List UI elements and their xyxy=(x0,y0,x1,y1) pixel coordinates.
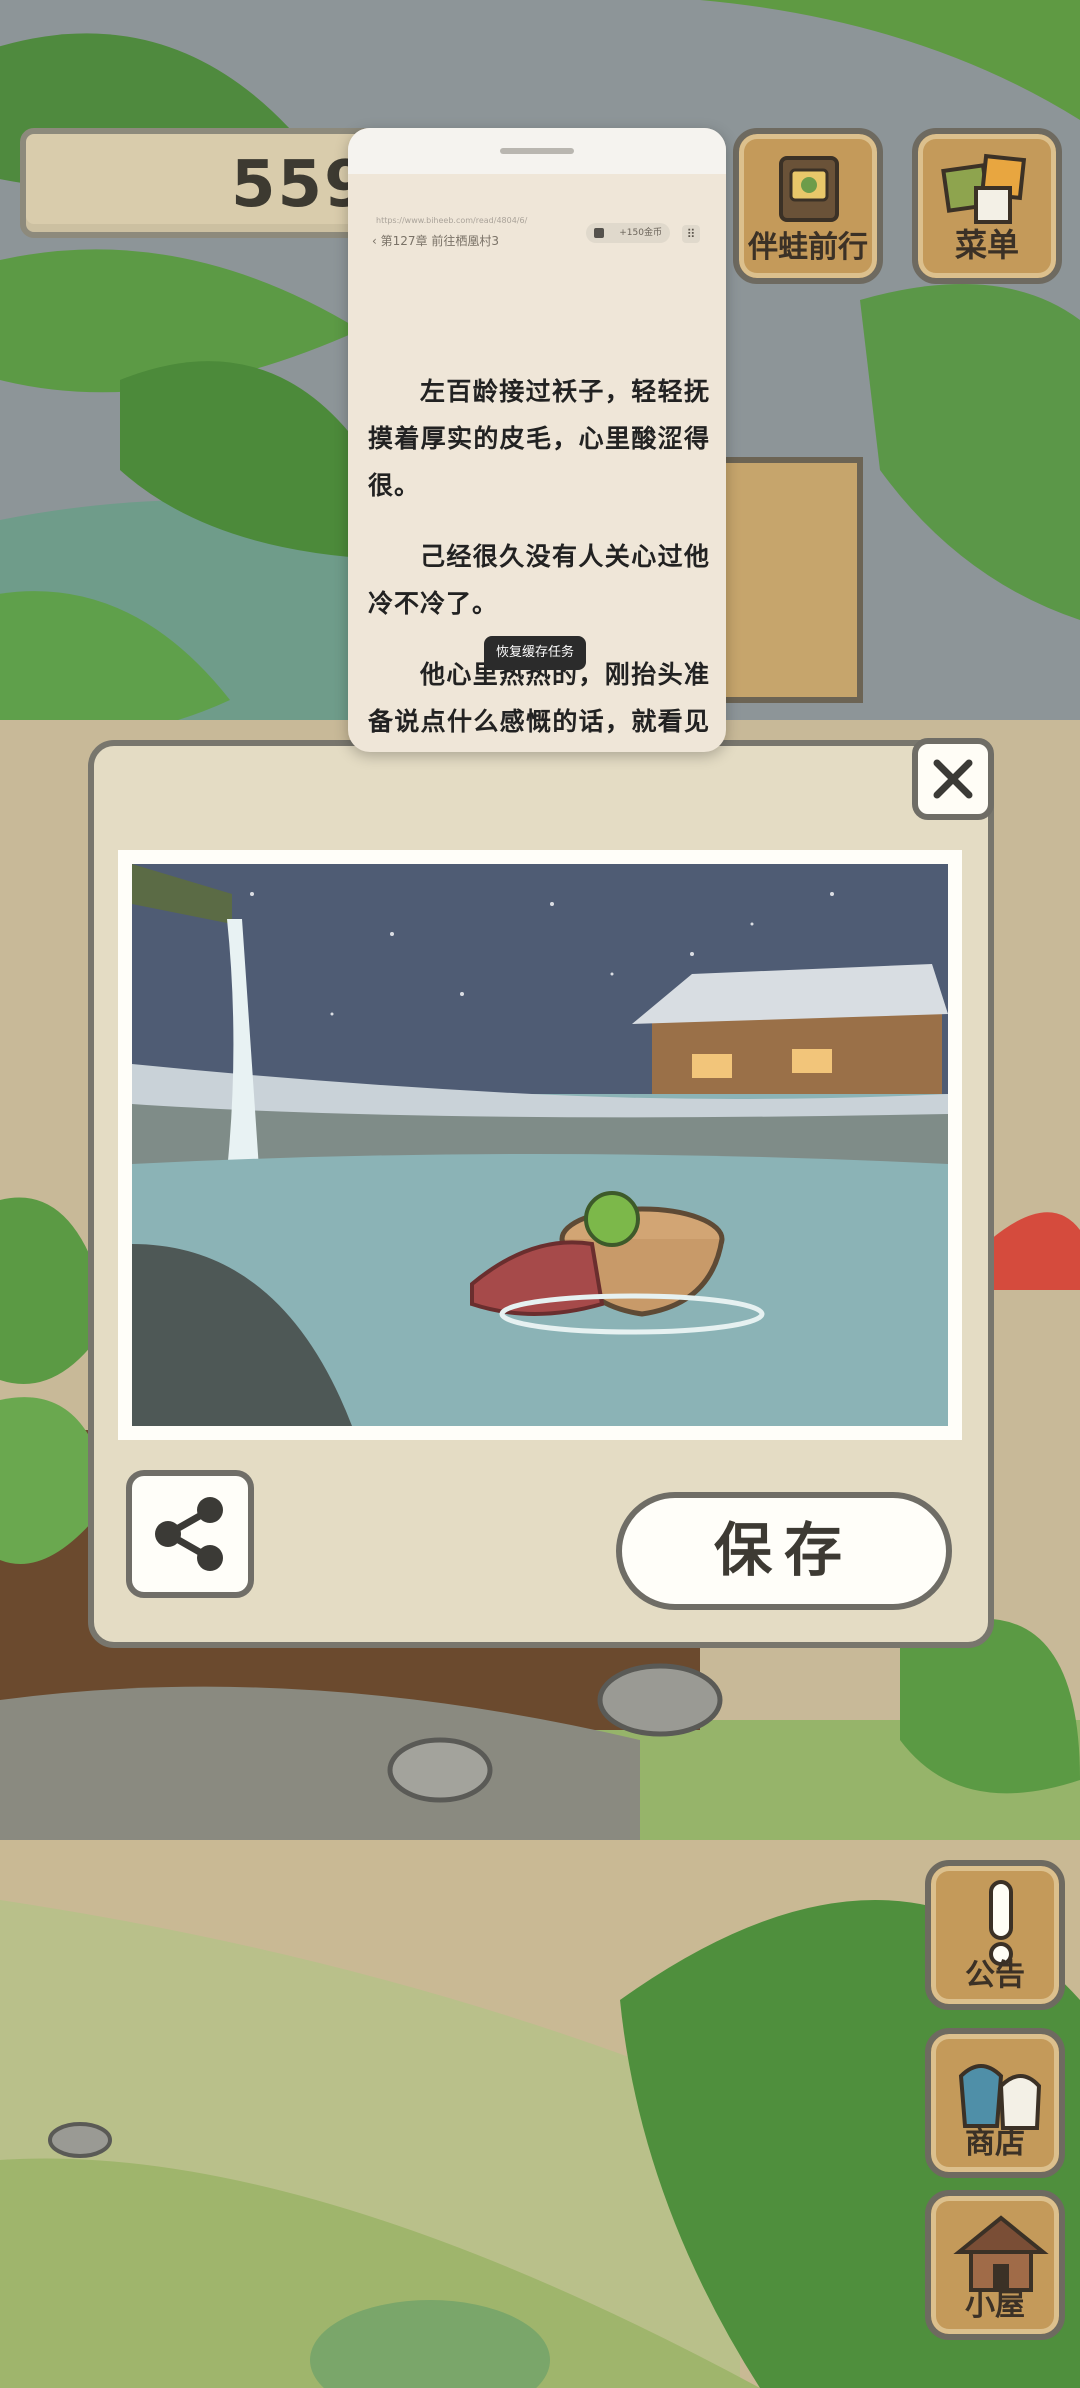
reader-text: 左百龄接过袄子，轻轻抚摸着厚实的皮毛，心里酸涩得很。 己经很久没有人关心过他冷不… xyxy=(368,368,710,752)
shop-button[interactable]: 商店 xyxy=(925,2028,1065,2178)
photo-frame xyxy=(118,850,962,1440)
save-button[interactable]: 保存 xyxy=(616,1492,952,1610)
chapter-title-text: 第127章 前往栖凰村3 xyxy=(380,234,499,248)
save-label: 保存 xyxy=(713,1516,854,1584)
house-label: 小屋 xyxy=(965,2288,1025,2323)
share-icon xyxy=(155,1497,223,1571)
share-button[interactable] xyxy=(126,1470,254,1598)
chapter-title[interactable]: ‹ 第127章 前往栖凰村3 xyxy=(372,232,499,249)
drag-handle[interactable] xyxy=(500,148,574,154)
companion-button[interactable]: 伴蛙前行 xyxy=(733,128,883,284)
coin-reward-text: +150金币 xyxy=(619,228,662,238)
grid-menu-icon[interactable]: ⠿ xyxy=(682,225,700,243)
clover-counter: 559 xyxy=(20,128,380,238)
house-button[interactable]: 小屋 xyxy=(925,2190,1065,2340)
coin-reward-badge[interactable]: +150金币 xyxy=(586,223,670,243)
paragraph: 左百龄接过袄子，轻轻抚摸着厚实的皮毛，心里酸涩得很。 xyxy=(368,377,710,500)
reader-url: https://www.biheeb.com/read/4804/6/ xyxy=(376,216,528,225)
notice-button[interactable]: 公告 xyxy=(925,1860,1065,2010)
close-icon xyxy=(933,759,973,799)
restore-cache-toast: 恢复缓存任务 xyxy=(484,636,586,670)
hot-spring-photo xyxy=(132,864,948,1426)
paragraph: 己经很久没有人关心过他冷不冷了。 xyxy=(368,542,710,618)
companion-label: 伴蛙前行 xyxy=(748,230,868,265)
shop-label: 商店 xyxy=(965,2126,1025,2161)
menu-label: 菜单 xyxy=(954,226,1019,264)
close-button[interactable] xyxy=(912,738,994,820)
menu-button[interactable]: 菜单 xyxy=(912,128,1062,284)
notice-label: 公告 xyxy=(965,1958,1025,1993)
reader-drag-area[interactable] xyxy=(348,128,726,174)
